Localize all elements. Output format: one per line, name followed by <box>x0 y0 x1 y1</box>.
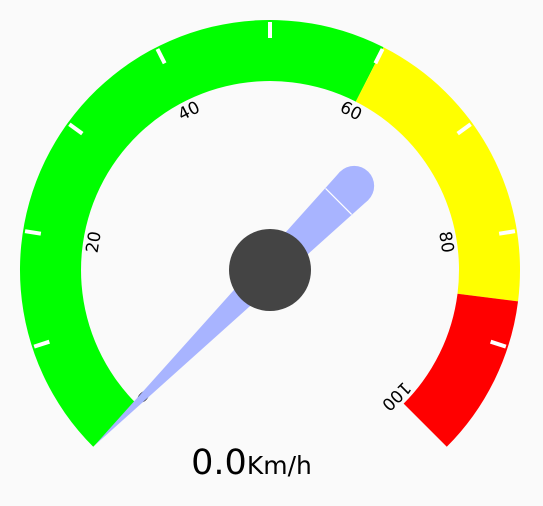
speed-unit: Km/h <box>246 451 312 480</box>
tick-label: 20 <box>83 230 106 255</box>
needle-hub <box>229 229 311 311</box>
tick-label: 80 <box>434 230 457 255</box>
red-band <box>403 293 519 447</box>
major-tick <box>24 229 42 236</box>
yellow-band <box>355 47 521 302</box>
major-tick <box>498 229 516 236</box>
speed-value: 0.0 <box>191 443 247 483</box>
speedometer-gauge: 020406080100 0.0Km/h <box>0 0 543 506</box>
gauge-dial: 020406080100 <box>19 19 521 447</box>
needle-body <box>94 171 369 446</box>
speed-readout: 0.0Km/h <box>0 443 503 483</box>
needle-tail-cap <box>334 165 375 206</box>
speed-needle <box>94 165 375 446</box>
